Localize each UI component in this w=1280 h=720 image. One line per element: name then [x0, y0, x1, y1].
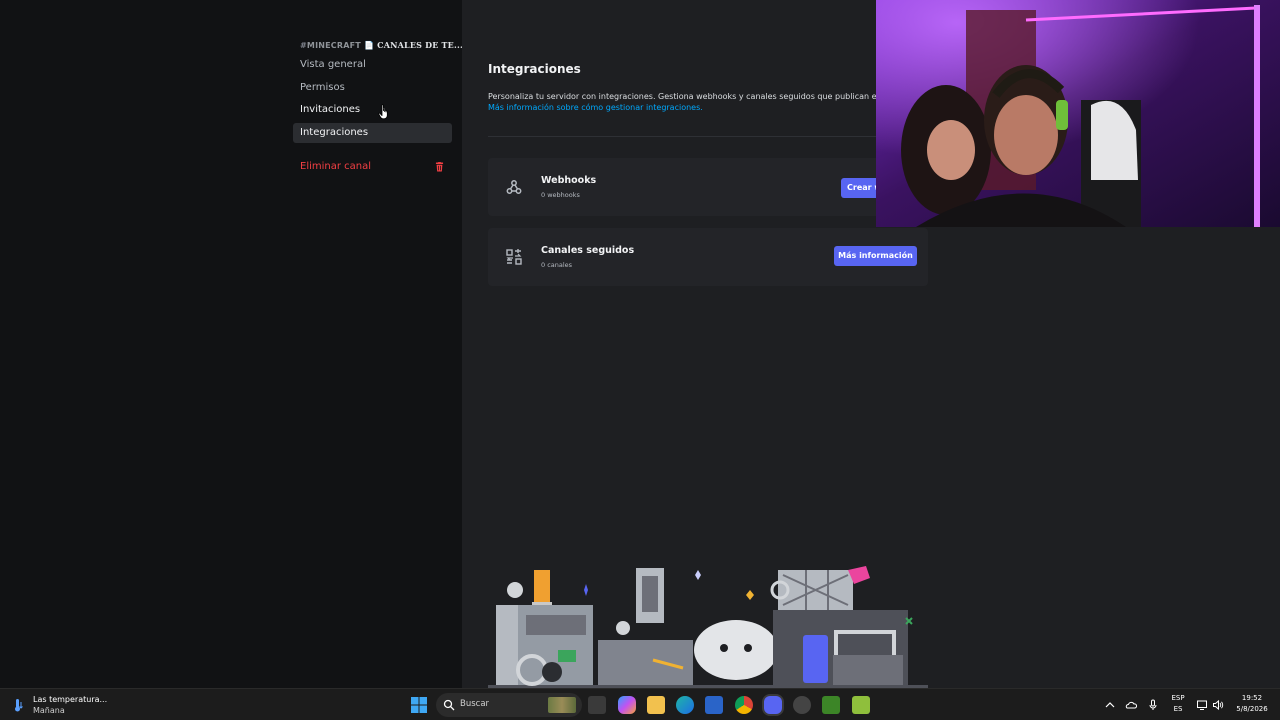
obs-icon[interactable] — [793, 696, 811, 714]
file-explorer-icon[interactable] — [647, 696, 665, 714]
trash-icon — [435, 162, 444, 172]
clock-time[interactable]: 19:52 — [1232, 694, 1272, 702]
card-subtitle: 0 webhooks — [541, 191, 580, 199]
windows-start-icon[interactable] — [410, 696, 428, 714]
sidebar-item-label: Vista general — [300, 59, 366, 70]
followed-channels-icon — [506, 249, 522, 265]
channel-breadcrumb: #MINECRAFT 📄 CANALES DE TE... — [300, 40, 463, 50]
search-icon — [443, 699, 455, 711]
windows-taskbar: Las temperatura... Mañana Buscar ESP ES — [0, 688, 1280, 720]
webcam-overlay — [876, 0, 1280, 227]
hash-icon: # — [300, 41, 307, 50]
clock-date[interactable]: 5/8/2026 — [1232, 705, 1272, 713]
sidebar-item-invites[interactable]: Invitaciones — [293, 100, 452, 120]
search-highlight-image — [548, 697, 576, 713]
sidebar-item-label: Permisos — [300, 82, 345, 93]
sidebar-item-overview[interactable]: Vista general — [293, 55, 452, 75]
integrations-help-link[interactable]: Más información sobre cómo gestionar int… — [488, 103, 703, 112]
hand-cursor-icon — [378, 104, 388, 120]
language-code[interactable]: ESP — [1168, 694, 1188, 702]
thermometer-down-icon — [15, 699, 23, 712]
followed-channels-card[interactable]: Canales seguidos 0 canales Más informaci… — [488, 228, 928, 286]
task-view-icon[interactable] — [588, 696, 606, 714]
card-title: Webhooks — [541, 175, 597, 186]
edge-browser-icon[interactable] — [676, 696, 694, 714]
divider — [488, 136, 928, 137]
taskbar-search[interactable]: Buscar — [436, 693, 582, 717]
sidebar-item-permissions[interactable]: Permisos — [293, 78, 452, 98]
document-icon: 📄 — [363, 41, 375, 50]
page-description: Personaliza tu servidor con integracione… — [488, 92, 876, 101]
webhook-icon — [506, 180, 522, 194]
minecraft-launcher-icon[interactable] — [822, 696, 840, 714]
minecraft-icon[interactable] — [852, 696, 870, 714]
weather-title: Las temperatura... — [33, 695, 108, 704]
empty-state-illustration — [488, 566, 928, 688]
channel-name: CANALES DE TE... — [377, 40, 463, 50]
sidebar-item-label: Integraciones — [300, 127, 369, 138]
card-subtitle: 0 canales — [541, 261, 573, 269]
chevron-up-icon[interactable] — [1104, 699, 1116, 711]
webhooks-card[interactable]: Webhooks 0 webhooks Crear webhook — [488, 158, 928, 216]
settings-sidebar: #MINECRAFT 📄 CANALES DE TE... Vista gene… — [0, 0, 463, 688]
channel-category: MINECRAFT — [306, 41, 361, 50]
store-icon[interactable] — [705, 696, 723, 714]
sidebar-item-label: Invitaciones — [300, 104, 361, 115]
microphone-icon[interactable] — [1147, 699, 1159, 711]
more-info-button[interactable]: Más información — [834, 246, 917, 266]
weather-widget[interactable]: Las temperatura... Mañana — [11, 694, 111, 716]
card-title: Canales seguidos — [541, 245, 635, 256]
copilot-icon[interactable] — [618, 696, 636, 714]
discord-app-window: #MINECRAFT 📄 CANALES DE TE... Vista gene… — [0, 0, 1280, 688]
discord-icon[interactable] — [764, 696, 782, 714]
delete-channel-label: Eliminar canal — [300, 161, 372, 172]
network-icon[interactable] — [1196, 699, 1208, 711]
keyboard-layout[interactable]: ES — [1168, 705, 1188, 713]
page-title: Integraciones — [488, 62, 581, 76]
onedrive-icon[interactable] — [1125, 699, 1137, 711]
webcam-video-image — [876, 0, 1280, 227]
weather-subtitle: Mañana — [33, 706, 65, 715]
delete-channel-button[interactable]: Eliminar canal — [293, 157, 452, 177]
search-placeholder: Buscar — [460, 699, 490, 709]
volume-icon[interactable] — [1212, 699, 1224, 711]
chrome-icon[interactable] — [735, 696, 753, 714]
sidebar-item-integrations[interactable]: Integraciones — [293, 123, 452, 143]
